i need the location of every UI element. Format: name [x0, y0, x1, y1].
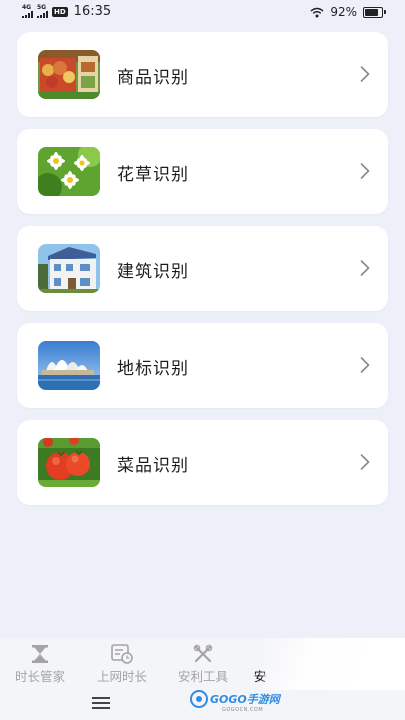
building-photo-icon	[38, 244, 100, 293]
watermark-subtext: GOGOCN.COM	[222, 707, 264, 713]
nav-tab-label: 时长管家	[14, 669, 65, 684]
card-dish-recognition[interactable]: 菜品识别	[17, 420, 388, 505]
watermark-logo-icon	[190, 690, 208, 708]
battery-fill	[365, 8, 378, 16]
card-label: 菜品识别	[117, 456, 189, 476]
status-left: 4G 5G HD 16:35	[22, 4, 111, 19]
status-bar: 4G 5G HD 16:35 92%	[0, 0, 405, 24]
watermark-text: GOGO手游网	[210, 693, 280, 706]
grocery-photo-icon	[38, 50, 100, 99]
web-time-icon	[111, 644, 133, 664]
tomato-photo-icon	[38, 438, 100, 487]
nav-tab-time-manager[interactable]: 时长管家	[0, 644, 80, 685]
hourglass-icon	[32, 645, 48, 663]
chevron-right-icon	[360, 454, 370, 470]
nav-tab-label: 上网时长	[96, 669, 147, 684]
battery-percent: 92%	[330, 5, 357, 19]
card-building-recognition[interactable]: 建筑识别	[17, 226, 388, 311]
flower-photo-icon	[38, 147, 100, 196]
hd-badge: HD	[52, 6, 68, 17]
nav-tab-tools[interactable]: 安利工具	[163, 644, 243, 685]
card-label: 商品识别	[117, 68, 189, 88]
landmark-photo-icon	[38, 341, 100, 390]
card-label: 花草识别	[117, 165, 189, 185]
chevron-right-icon	[360, 163, 370, 179]
nav-tab-online-time[interactable]: 上网时长	[82, 644, 162, 685]
card-landmark-recognition[interactable]: 地标识别	[17, 323, 388, 408]
status-right: 92%	[310, 5, 386, 19]
watermark: GOGO手游网	[190, 690, 280, 708]
chevron-right-icon	[360, 66, 370, 82]
nav-tab-label: 安利工具	[177, 669, 228, 684]
card-flower-recognition[interactable]: 花草识别	[17, 129, 388, 214]
battery-icon	[363, 6, 386, 18]
menu-icon[interactable]	[92, 697, 110, 709]
card-product-recognition[interactable]: 商品识别	[17, 32, 388, 117]
chevron-right-icon	[360, 260, 370, 276]
status-time: 16:35	[73, 4, 112, 19]
sim2-signal-icon: 5G	[37, 5, 48, 18]
tools-icon	[193, 644, 213, 663]
card-label: 建筑识别	[117, 262, 189, 282]
sim1-signal-icon: 4G	[22, 5, 33, 18]
card-label: 地标识别	[117, 359, 189, 379]
recognition-list: 商品识别 花草识别 建筑识别 地标识别 菜品识别	[17, 32, 388, 517]
wifi-icon	[310, 7, 324, 17]
chevron-right-icon	[360, 357, 370, 373]
